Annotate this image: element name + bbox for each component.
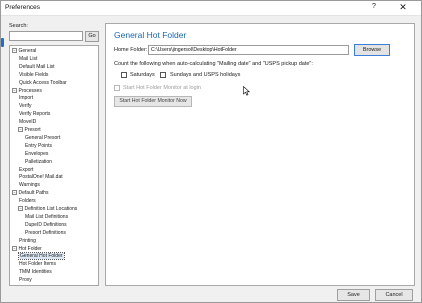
collapse-toggle-icon[interactable]: − (18, 127, 23, 133)
tree-item-label: TMM Identities (19, 269, 52, 276)
save-button[interactable]: Save (337, 289, 370, 301)
tree-item-label: Processes (18, 87, 42, 94)
tree-item-label: Warnings (19, 182, 40, 189)
help-icon[interactable]: ? (369, 3, 379, 10)
tree-item[interactable]: Visible Fields (19, 72, 48, 79)
tree-item-label: Default Mail List (19, 63, 55, 70)
saturdays-checkbox[interactable] (121, 72, 127, 78)
tree-item-label: Printing (19, 237, 36, 244)
tree-item-label: MoveID (19, 119, 37, 126)
tree-item-label: PostalOne! Mail.dat (19, 174, 63, 181)
tree-item[interactable]: Quick Access Toolbar (19, 80, 67, 87)
tree-item-label: Mail List Definitions (25, 213, 69, 220)
tree-item[interactable]: − Processes (12, 88, 42, 95)
tree-item[interactable]: MoveID (19, 119, 36, 126)
tree-item-label: Definition List Locations (24, 206, 78, 212)
tree-item-label: General (18, 48, 37, 54)
collapse-toggle-icon[interactable]: − (12, 87, 17, 93)
tree-item-label: Presort (24, 127, 41, 133)
tree-item[interactable]: − General (12, 48, 36, 55)
window-title: Preferences (5, 4, 41, 11)
close-icon[interactable]: ✕ (397, 2, 409, 13)
collapse-toggle-icon[interactable]: − (12, 190, 17, 196)
tree-item[interactable]: Entry Points (25, 143, 52, 150)
tree-item[interactable]: − Definition List Locations (18, 206, 77, 213)
tree-item[interactable]: Presort Definitions (25, 230, 66, 237)
tree-item[interactable]: Verify (19, 103, 32, 110)
tree-item-label: Palletization (25, 158, 52, 165)
panel-title: General Hot Folder (114, 30, 187, 40)
tree-item[interactable]: PostalOne! Mail.dat (19, 174, 63, 181)
title-bar: Preferences ? ✕ (1, 1, 421, 16)
tree-item[interactable]: General Presort (25, 135, 60, 142)
monitor-at-login-checkbox[interactable] (114, 85, 120, 91)
tree-item[interactable]: TMM Identities (19, 269, 52, 276)
tree-item[interactable]: − Default Paths (12, 190, 49, 197)
tree-item-label: Default Paths (18, 190, 49, 197)
saturdays-label: Saturdays (130, 72, 155, 78)
tree-item[interactable]: Proxy (19, 277, 32, 284)
preferences-window: Preferences ? ✕ Search: Go − General Mail … (0, 0, 422, 303)
tree-item-label: Export (19, 166, 34, 173)
collapse-toggle-icon[interactable]: − (12, 48, 17, 54)
tree-item[interactable]: − Hot Folder (12, 246, 42, 253)
sundays-holidays-label: Sundays and USPS holidays (170, 72, 241, 78)
hot-folder-label: Home Folder: (114, 47, 148, 53)
tree-item-label: Envelopes (25, 150, 49, 157)
monitor-at-login-label: Start Hot Folder Monitor at login (123, 85, 201, 91)
tree-item[interactable]: General Hot Folder (18, 252, 65, 261)
settings-panel: General Hot Folder Home Folder: C:\Users… (105, 23, 415, 286)
tree-item-label: Quick Access Toolbar (19, 79, 67, 86)
tree-item[interactable]: Mail List Definitions (25, 214, 68, 221)
collapse-toggle-icon[interactable]: − (18, 206, 23, 212)
tree-item[interactable]: DupeID Definitions (25, 222, 67, 229)
tree-item-label: Hot Folder Items (19, 261, 56, 268)
tree-item-label: DupeID Definitions (25, 221, 67, 228)
go-button[interactable]: Go (85, 31, 99, 42)
tree-item[interactable]: Mail List (19, 56, 37, 63)
edge-marker (1, 38, 4, 47)
tree-item[interactable]: Verify Reports (19, 111, 50, 118)
browse-button[interactable]: Browse (354, 44, 390, 56)
start-monitor-now-button[interactable]: Start Hot Folder Monitor Now (114, 96, 192, 107)
tree-item-label: Proxy (19, 277, 32, 284)
tree-item-label: Presort Definitions (25, 229, 66, 236)
count-days-text: Count the following when auto-calculatin… (114, 61, 313, 67)
tree-item[interactable]: Palletization (25, 159, 52, 166)
sundays-holidays-checkbox[interactable] (160, 72, 166, 78)
tree-item-label: Import (19, 95, 34, 102)
hot-folder-path-input[interactable]: C:\Users\jingersol\Desktop\HotFolder (148, 45, 349, 55)
tree-item-label: Entry Points (25, 142, 52, 149)
tree-item[interactable]: Export (19, 167, 33, 174)
tree-item[interactable]: Envelopes (25, 151, 48, 158)
tree-item[interactable]: Printing (19, 238, 36, 245)
tree-item[interactable]: Hot Folder Items (19, 261, 56, 268)
tree-item-label: Hot Folder (18, 245, 42, 252)
tree-item-label: Visible Fields (19, 71, 49, 78)
cancel-button[interactable]: Cancel (375, 289, 413, 301)
tree-item[interactable]: Import (19, 95, 33, 102)
tree-item[interactable]: Default Mail List (19, 64, 55, 71)
preferences-tree[interactable]: − General Mail List Default Mail List Visibl… (9, 45, 99, 286)
tree-item-label: Verify (19, 103, 32, 110)
tree-item[interactable]: Folders (19, 198, 36, 205)
tree-item[interactable]: − Presort (18, 127, 41, 134)
mouse-cursor-icon (243, 86, 251, 96)
tree-item-label: General Presort (25, 134, 61, 141)
tree-item-label: General Hot Folder (18, 252, 65, 261)
search-label: Search: (9, 23, 28, 29)
tree-item-label: Folders (19, 198, 36, 205)
tree-item-label: Mail List (19, 55, 38, 62)
tree-item-label: Verify Reports (19, 111, 51, 118)
tree-item[interactable]: Warnings (19, 182, 40, 189)
collapse-toggle-icon[interactable]: − (12, 245, 17, 251)
search-input[interactable] (9, 31, 83, 41)
